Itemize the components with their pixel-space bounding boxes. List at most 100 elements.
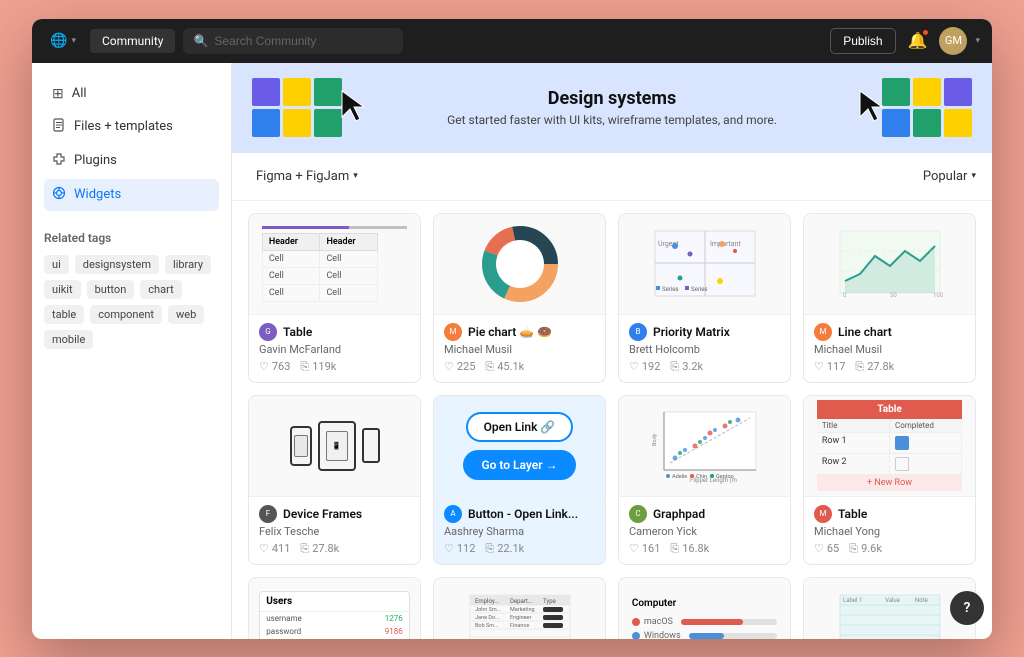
card-copies: ⎘9.6k bbox=[849, 542, 882, 556]
card-author-name-graphpad: Cameron Yick bbox=[629, 525, 780, 538]
card-preview-table2: Table Title Completed Row 1 bbox=[804, 396, 975, 496]
card-copies: ⎘45.1k bbox=[485, 360, 524, 374]
svg-text:Chin: Chin bbox=[696, 474, 707, 480]
card-stats-table: ♡763 ⎘119k bbox=[259, 360, 410, 374]
card-table[interactable]: HeaderHeader CellCell CellCell CellCell bbox=[248, 213, 421, 383]
checkbox-unchecked bbox=[895, 457, 909, 471]
svg-text:Marketing: Marketing bbox=[510, 607, 535, 613]
card-stats-graphpad: ♡161 ⎘16.8k bbox=[629, 542, 780, 556]
open-link-button: Open Link 🔗 bbox=[466, 412, 574, 442]
main-content: ⊞ All Files + templates Plugins bbox=[32, 63, 992, 639]
color-cell bbox=[944, 109, 972, 137]
card-datatable[interactable]: Employ... Depart... Type John Sm... Mark… bbox=[433, 577, 606, 639]
card-device[interactable]: 📱 F Device Frames Felix Tesche bbox=[248, 395, 421, 565]
svg-text:Note: Note bbox=[915, 597, 928, 604]
color-cell bbox=[283, 78, 311, 106]
card-copies: ⎘22.1k bbox=[485, 542, 524, 556]
card-preview-users: Users username1276 password9186 email267 bbox=[249, 578, 420, 639]
hero-color-grid-right bbox=[882, 78, 972, 137]
card-copies: ⎘27.8k bbox=[300, 542, 339, 556]
svg-text:Finance: Finance bbox=[510, 623, 529, 629]
sidebar-item-label-all: All bbox=[72, 86, 87, 101]
publish-button[interactable]: Publish bbox=[830, 28, 895, 54]
card-table2[interactable]: Table Title Completed Row 1 bbox=[803, 395, 976, 565]
sidebar-item-plugins[interactable]: Plugins bbox=[44, 145, 219, 177]
hero-deco-right bbox=[882, 63, 972, 153]
search-bar[interactable]: 🔍 bbox=[183, 28, 403, 54]
users-table-title: Users bbox=[260, 592, 408, 612]
color-cell bbox=[252, 109, 280, 137]
color-cell bbox=[252, 78, 280, 106]
sidebar-item-widgets[interactable]: Widgets bbox=[44, 179, 219, 211]
card-title-table: Table bbox=[283, 325, 312, 339]
tag-designsystem[interactable]: designsystem bbox=[75, 255, 159, 274]
card-preview-datatable: Employ... Depart... Type John Sm... Mark… bbox=[434, 578, 605, 639]
app-window: 🌐 ▾ Community 🔍 Publish 🔔 GM ▾ ⊞ bbox=[32, 19, 992, 639]
svg-text:Engineer: Engineer bbox=[510, 615, 531, 621]
grid-area: HeaderHeader CellCell CellCell CellCell bbox=[232, 201, 992, 639]
svg-text:Adelie: Adelie bbox=[672, 474, 687, 480]
card-priority[interactable]: Urgent Important bbox=[618, 213, 791, 383]
globe-button[interactable]: 🌐 ▾ bbox=[44, 29, 82, 53]
sort-button[interactable]: Popular ▾ bbox=[923, 169, 976, 184]
sidebar-item-files[interactable]: Files + templates bbox=[44, 111, 219, 143]
phone-frame bbox=[290, 426, 312, 466]
tag-table[interactable]: table bbox=[44, 305, 84, 324]
help-button[interactable]: ? bbox=[950, 591, 984, 625]
titlebar-right: Publish 🔔 GM ▾ bbox=[830, 27, 980, 55]
hero-deco-left bbox=[252, 63, 342, 153]
comp-bar bbox=[689, 633, 778, 639]
color-cell bbox=[913, 78, 941, 106]
sort-label: Popular bbox=[923, 169, 968, 184]
table2-row: Row 1 bbox=[817, 433, 962, 454]
tag-uikit[interactable]: uikit bbox=[44, 280, 81, 299]
card-linechart[interactable]: 0 50 100 M Line chart Michael Musil bbox=[803, 213, 976, 383]
card-stats-linechart: ♡117 ⎘27.8k bbox=[814, 360, 965, 374]
card-likes: ♡225 bbox=[444, 360, 475, 374]
card-computer[interactable]: Computer macOS W bbox=[618, 577, 791, 639]
svg-text:Series: Series bbox=[691, 286, 708, 293]
cursor-icon-right bbox=[856, 89, 884, 123]
card-title-priority: Priority Matrix bbox=[653, 325, 730, 339]
tag-library[interactable]: library bbox=[165, 255, 211, 274]
tag-component[interactable]: component bbox=[90, 305, 162, 324]
card-piechart[interactable]: M Pie chart 🥧 🍩 Michael Musil ♡225 ⎘45.1… bbox=[433, 213, 606, 383]
author-avatar: M bbox=[814, 323, 832, 341]
tag-button[interactable]: button bbox=[87, 280, 135, 299]
type-filter-button[interactable]: Figma + FigJam ▾ bbox=[248, 165, 366, 188]
notification-button[interactable]: 🔔 bbox=[904, 27, 932, 54]
community-tab[interactable]: Community bbox=[90, 29, 175, 53]
card-info-table2: M Table Michael Yong ♡65 ⎘9.6k bbox=[804, 496, 975, 564]
card-author-openlink: A Button - Open Link... bbox=[444, 505, 595, 523]
table2-row: Row 2 bbox=[817, 454, 962, 475]
svg-text:Series: Series bbox=[662, 286, 679, 293]
card-graphpad[interactable]: Flipper Length (m Body Adelie Chin Gento… bbox=[618, 395, 791, 565]
card-preview-device: 📱 bbox=[249, 396, 420, 496]
author-avatar: C bbox=[629, 505, 647, 523]
tablet-frame-2 bbox=[362, 428, 380, 463]
table-preview: HeaderHeader CellCell CellCell CellCell bbox=[262, 233, 378, 302]
content-area: Design systems Get started faster with U… bbox=[232, 63, 992, 639]
card-author-priority: B Priority Matrix bbox=[629, 323, 780, 341]
table2-cell: Row 1 bbox=[817, 433, 890, 453]
globe-chevron: ▾ bbox=[71, 36, 76, 46]
table-header-bar bbox=[262, 226, 407, 229]
tag-mobile[interactable]: mobile bbox=[44, 330, 93, 349]
search-input[interactable] bbox=[214, 34, 393, 48]
svg-text:John Sm...: John Sm... bbox=[475, 607, 501, 613]
users-table-preview: Users username1276 password9186 email267 bbox=[259, 591, 409, 639]
card-preview-computer: Computer macOS W bbox=[619, 578, 790, 639]
avatar[interactable]: GM bbox=[939, 27, 967, 55]
titlebar: 🌐 ▾ Community 🔍 Publish 🔔 GM ▾ bbox=[32, 19, 992, 63]
card-author-graphpad: C Graphpad bbox=[629, 505, 780, 523]
card-copies: ⎘16.8k bbox=[670, 542, 709, 556]
card-likes: ♡117 bbox=[814, 360, 845, 374]
sidebar-item-all[interactable]: ⊞ All bbox=[44, 79, 219, 109]
tag-chart[interactable]: chart bbox=[140, 280, 181, 299]
table2-preview: Table Title Completed Row 1 bbox=[817, 400, 962, 491]
tag-ui[interactable]: ui bbox=[44, 255, 69, 274]
tag-web[interactable]: web bbox=[168, 305, 204, 324]
card-author-name-linechart: Michael Musil bbox=[814, 343, 965, 356]
card-users[interactable]: Users username1276 password9186 email267 bbox=[248, 577, 421, 639]
card-openlink[interactable]: Open Link 🔗 Go to Layer → A Button - Ope… bbox=[433, 395, 606, 565]
